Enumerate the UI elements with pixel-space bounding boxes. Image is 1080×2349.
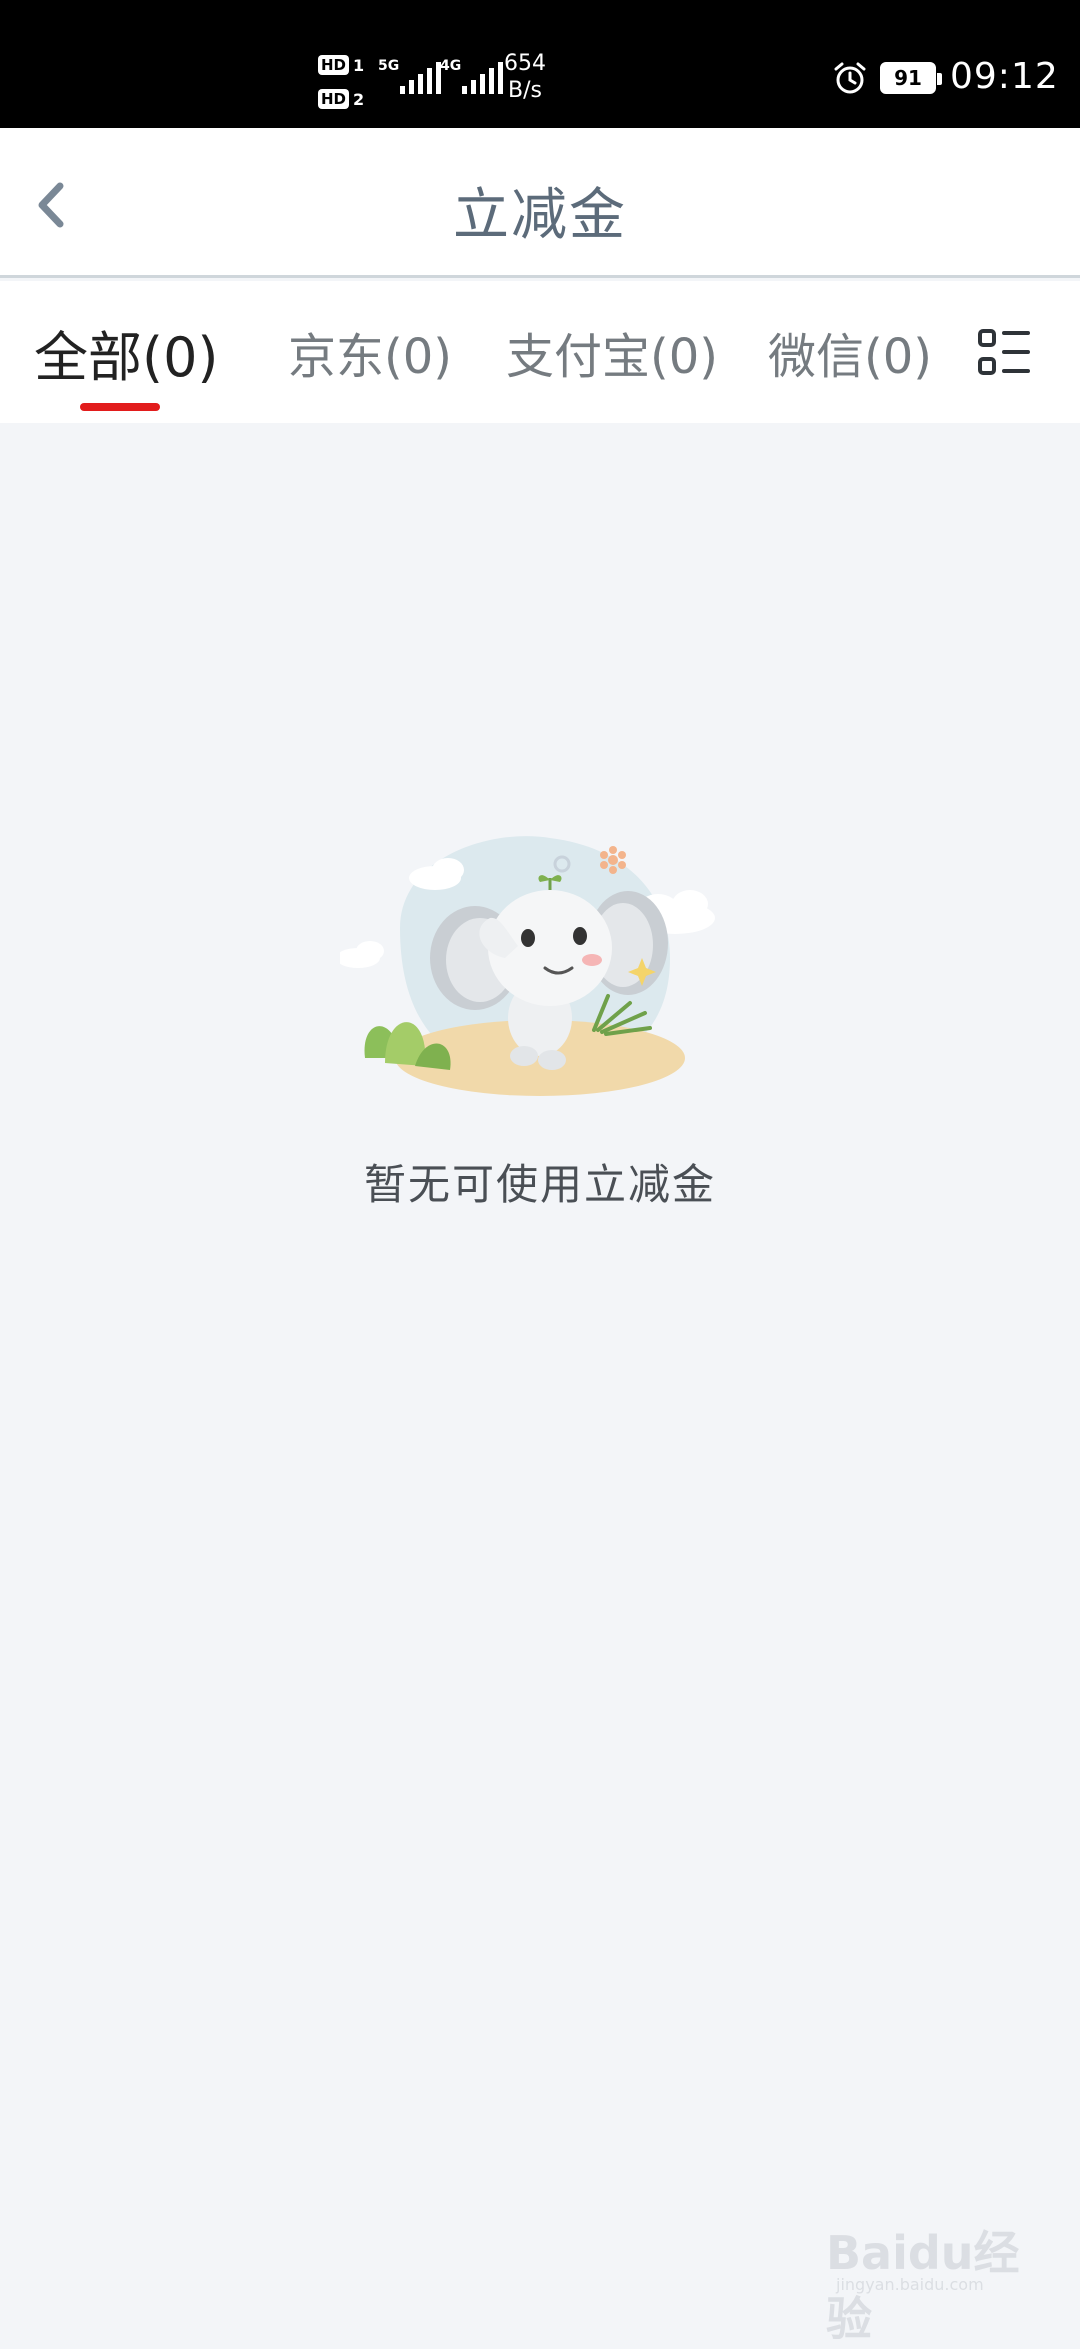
hd-indicators: HD 1 HD 2 <box>318 50 366 118</box>
alarm-clock-icon <box>834 62 866 94</box>
active-tab-indicator <box>80 403 160 411</box>
battery-icon: 91 <box>880 62 942 94</box>
content-area: 暂无可使用立减金 <box>0 423 1080 2340</box>
speed-unit: B/s <box>508 78 542 103</box>
hd-sim-2: 2 <box>353 89 365 109</box>
hd-badge-1: HD <box>318 55 350 75</box>
status-bar: HD 1 HD 2 5G 4G 654 B/s 91 09:12 <box>0 0 1080 128</box>
category-menu-button[interactable] <box>976 325 1032 381</box>
tab-jd[interactable]: 京东(0) <box>288 317 452 387</box>
speed-value: 654 <box>504 51 546 76</box>
watermark-url: jingyan.baidu.com <box>836 2275 984 2294</box>
network-4g-label: 4G <box>440 58 462 74</box>
hd-badge-2: HD <box>318 89 350 109</box>
tab-all[interactable]: 全部(0) <box>34 313 219 392</box>
baidu-watermark: Baidu经验 jingyan.baidu.com <box>826 2215 1036 2346</box>
empty-state-message: 暂无可使用立减金 <box>363 1160 716 1209</box>
tab-bar: 全部(0) 京东(0) 支付宝(0) 微信(0) <box>0 281 1080 423</box>
tab-wechat[interactable]: 微信(0) <box>768 317 932 387</box>
tab-alipay[interactable]: 支付宝(0) <box>506 317 718 387</box>
network-5g-label: 5G <box>378 58 400 74</box>
list-menu-icon <box>978 329 1030 375</box>
elephant-mascot-icon <box>340 836 715 1096</box>
clock-time: 09:12 <box>950 56 1059 97</box>
network-speed: 654 B/s <box>504 50 546 104</box>
hd-sim-1: 1 <box>353 55 365 75</box>
page-title: 立减金 <box>453 183 627 248</box>
navigation-bar: 立减金 <box>0 128 1080 278</box>
